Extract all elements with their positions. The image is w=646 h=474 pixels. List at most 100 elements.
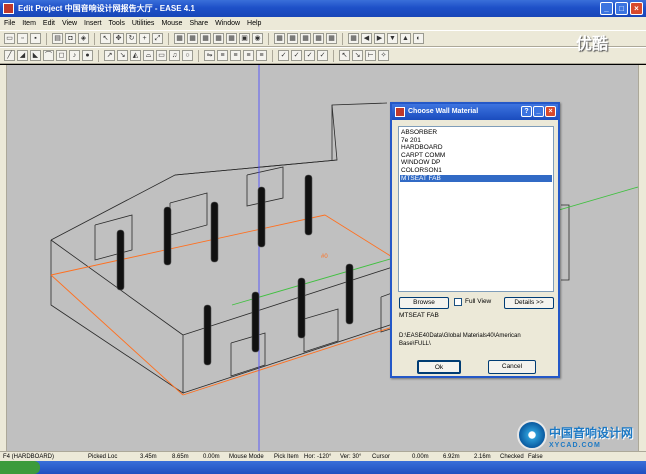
wall-edge — [182, 305, 406, 394]
menu-help[interactable]: Help — [247, 17, 261, 30]
grid2-icon[interactable]: ▦ — [187, 33, 198, 44]
toolbar-separator — [168, 32, 169, 45]
edit-listener-icon[interactable]: ○ — [182, 50, 193, 61]
grid11-icon[interactable]: ▦ — [348, 33, 359, 44]
details-button[interactable]: Details >> — [504, 297, 554, 309]
material-list[interactable]: ABSORBER 7e 201 HARDBOARD CARPT COMM WIN… — [398, 126, 554, 292]
edit-vertex-icon[interactable]: ↗ — [104, 50, 115, 61]
grid4-icon[interactable]: ▦ — [213, 33, 224, 44]
menu-insert[interactable]: Insert — [84, 17, 102, 30]
pointer-icon[interactable]: ↖ — [100, 33, 111, 44]
view-icon[interactable]: ▣ — [239, 33, 250, 44]
cancel-button[interactable]: Cancel — [488, 360, 536, 374]
right-panel-edge — [638, 65, 646, 451]
edit-arc-icon[interactable]: ⌓ — [143, 50, 154, 61]
list-item[interactable]: 7e 201 — [400, 137, 552, 145]
window-frame — [303, 308, 339, 353]
menu-item[interactable]: Item — [22, 17, 36, 30]
arrow-right-icon[interactable]: ▶ — [374, 33, 385, 44]
list-item-selected[interactable]: MTSEAT FAB — [400, 174, 552, 183]
draw-arc-icon[interactable]: ⌒ — [43, 50, 54, 61]
grid7-icon[interactable]: ▦ — [287, 33, 298, 44]
listener-icon[interactable]: ● — [82, 50, 93, 61]
menu-share[interactable]: Share — [189, 17, 208, 30]
grid8-icon[interactable]: ▦ — [300, 33, 311, 44]
check-icon[interactable]: ✓ — [278, 50, 289, 61]
zoom-icon[interactable]: + — [139, 33, 150, 44]
arrow-up-icon[interactable]: ▲ — [400, 33, 411, 44]
close-button[interactable]: × — [630, 2, 643, 15]
dialog-close-button[interactable]: × — [545, 106, 556, 117]
full-view-checkbox[interactable]: Full View — [454, 297, 491, 307]
align2-icon[interactable]: ≡ — [230, 50, 241, 61]
mirror-icon[interactable]: ⇋ — [204, 50, 215, 61]
grid6-icon[interactable]: ▦ — [274, 33, 285, 44]
pointer2-icon[interactable]: ↖ — [339, 50, 350, 61]
choose-wall-material-dialog: Choose Wall Material ? _ × ABSORBER 7e 2… — [390, 102, 560, 378]
print-icon[interactable]: ▤ — [52, 33, 63, 44]
render-icon[interactable]: ◉ — [252, 33, 263, 44]
menu-mouse[interactable]: Mouse — [161, 17, 182, 30]
grid3-icon[interactable]: ▦ — [200, 33, 211, 44]
dialog-minimize-button[interactable]: _ — [533, 106, 544, 117]
list-item[interactable]: CARPT COMM — [400, 152, 552, 160]
grid9-icon[interactable]: ▦ — [313, 33, 324, 44]
browse-button[interactable]: Browse — [399, 297, 449, 309]
toolbar-separator — [198, 49, 199, 62]
maximize-button[interactable]: □ — [615, 2, 628, 15]
start-button[interactable] — [0, 461, 40, 474]
grid-icon[interactable]: ▦ — [174, 33, 185, 44]
camera-icon[interactable]: ◘ — [65, 33, 76, 44]
watermark: 优酷 — [575, 34, 608, 53]
arrow-down-icon[interactable]: ▼ — [387, 33, 398, 44]
edit-edge-icon[interactable]: ↘ — [117, 50, 128, 61]
list-item[interactable]: ABSORBER — [400, 129, 552, 137]
paint-icon[interactable]: ◈ — [78, 33, 89, 44]
align-icon[interactable]: ≡ — [217, 50, 228, 61]
edit-box-icon[interactable]: ▭ — [156, 50, 167, 61]
grid5-icon[interactable]: ▦ — [226, 33, 237, 44]
draw-box-icon[interactable]: ◻ — [56, 50, 67, 61]
align4-icon[interactable]: ≡ — [256, 50, 267, 61]
new-icon[interactable]: ▫ — [17, 33, 28, 44]
minimize-button[interactable]: _ — [600, 2, 613, 15]
taskbar — [0, 461, 646, 474]
menu-window[interactable]: Window — [215, 17, 240, 30]
arrow-left-icon[interactable]: ◀ — [361, 33, 372, 44]
check3-icon[interactable]: ✓ — [304, 50, 315, 61]
menu-tools[interactable]: Tools — [109, 17, 125, 30]
axis-x-line — [50, 274, 184, 396]
edit-face-icon[interactable]: ◭ — [130, 50, 141, 61]
check2-icon[interactable]: ✓ — [291, 50, 302, 61]
list-item[interactable]: WINDOW DP — [400, 159, 552, 167]
speaker-icon[interactable]: ♪ — [69, 50, 80, 61]
edit-speaker-icon[interactable]: ♫ — [169, 50, 180, 61]
menu-edit[interactable]: Edit — [43, 17, 55, 30]
list-item[interactable]: COLORSON1 — [400, 167, 552, 175]
ok-button[interactable]: Ok — [417, 360, 461, 374]
toolbar-separator — [333, 49, 334, 62]
check4-icon[interactable]: ✓ — [317, 50, 328, 61]
list-item[interactable]: HARDBOARD — [400, 144, 552, 152]
checkbox-box[interactable] — [454, 298, 462, 306]
dialog-help-button[interactable]: ? — [521, 106, 532, 117]
pointer3-icon[interactable]: ↘ — [352, 50, 363, 61]
move-icon[interactable]: ✥ — [113, 33, 124, 44]
ruler-icon[interactable]: ⊢ — [365, 50, 376, 61]
light-icon[interactable]: ◐ — [413, 33, 424, 44]
lamp-icon[interactable]: ✧ — [378, 50, 389, 61]
rotate-icon[interactable]: ↻ — [126, 33, 137, 44]
grid10-icon[interactable]: ▦ — [326, 33, 337, 44]
save-icon[interactable]: ▪ — [30, 33, 41, 44]
draw-wall-icon[interactable]: ◢ — [17, 50, 28, 61]
fit-icon[interactable]: ⤢ — [152, 33, 163, 44]
open-icon[interactable]: ▭ — [4, 33, 15, 44]
draw-face-icon[interactable]: ◣ — [30, 50, 41, 61]
menu-view[interactable]: View — [62, 17, 77, 30]
menu-utilities[interactable]: Utilities — [132, 17, 155, 30]
site-logo: 中国音响设计网 XYCAD.COM — [517, 420, 639, 456]
draw-line-icon[interactable]: ╱ — [4, 50, 15, 61]
title-bar: Edit Project 中国音响设计网报告大厅 - EASE 4.1 _ □ … — [0, 0, 646, 17]
align3-icon[interactable]: ≡ — [243, 50, 254, 61]
menu-file[interactable]: File — [4, 17, 15, 30]
